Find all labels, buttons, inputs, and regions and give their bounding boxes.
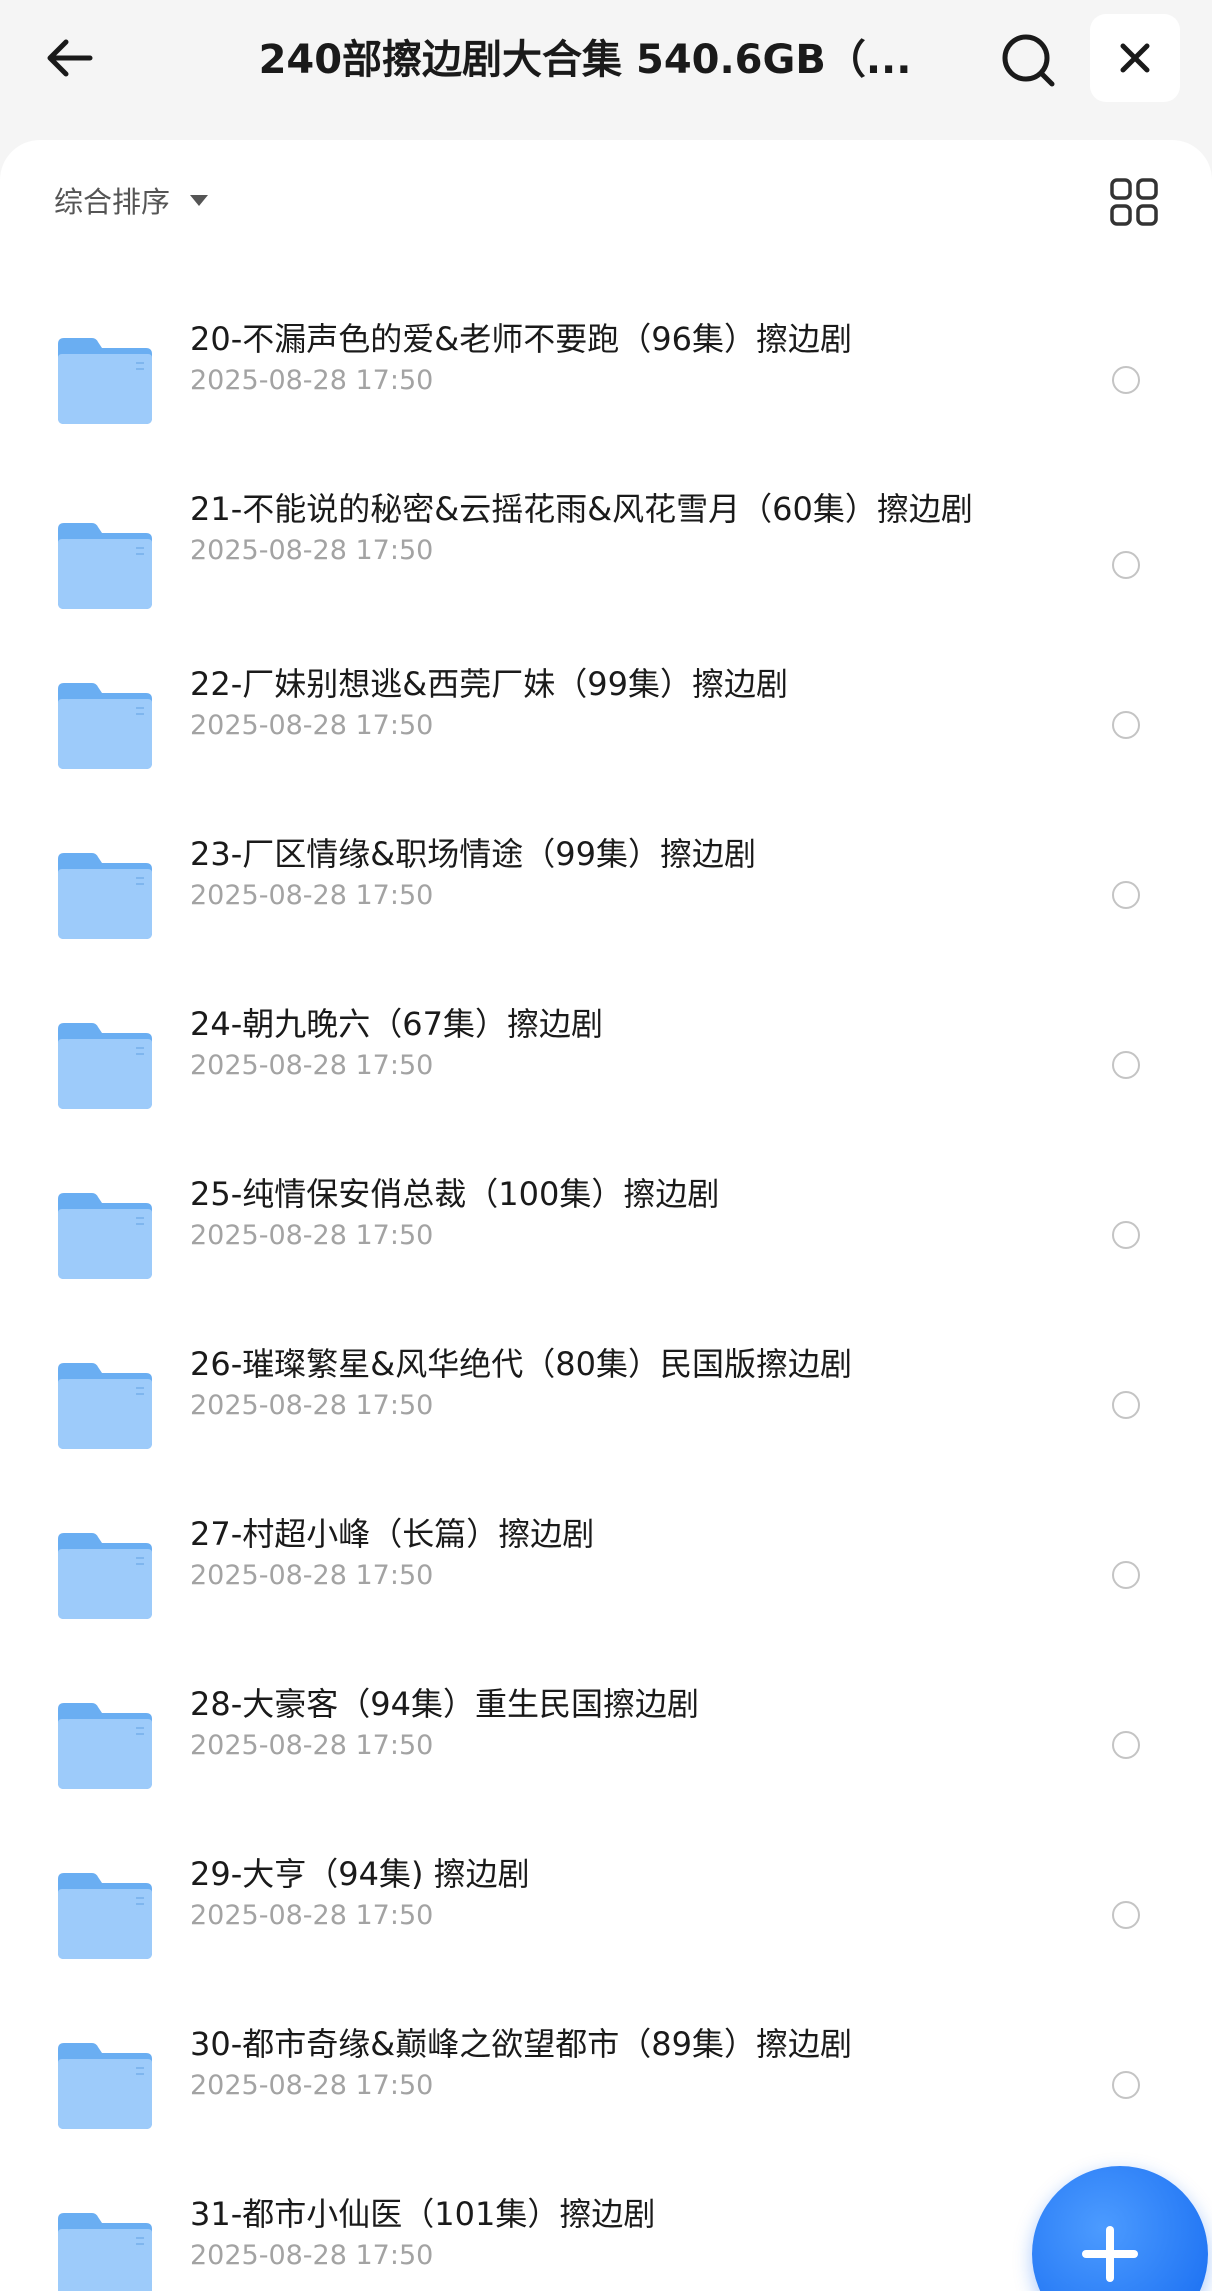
file-name: 22-厂妹别想逃&西莞厂妹（99集）擦边剧 [190,665,788,703]
back-button[interactable] [38,26,102,90]
search-button[interactable] [996,28,1060,92]
file-info: 26-璀璨繁星&风华绝代（80集）民国版擦边剧 2025-08-28 17:50 [190,1345,1010,1423]
file-date: 2025-08-28 17:50 [190,365,434,396]
file-row[interactable]: 22-厂妹别想逃&西莞厂妹（99集）擦边剧 2025-08-28 17:50 [0,665,1212,785]
file-name: 30-都市奇缘&巅峰之欲望都市（89集）擦边剧 [190,2025,852,2063]
file-name: 20-不漏声色的爱&老师不要跑（96集）擦边剧 [190,320,852,358]
file-info: 30-都市奇缘&巅峰之欲望都市（89集）擦边剧 2025-08-28 17:50 [190,2025,1010,2103]
file-date: 2025-08-28 17:50 [190,2070,434,2101]
select-radio[interactable] [1112,1901,1140,1929]
close-button[interactable] [1090,14,1180,102]
file-info: 20-不漏声色的爱&老师不要跑（96集）擦边剧 2025-08-28 17:50 [190,320,1010,398]
select-radio[interactable] [1112,1221,1140,1249]
arrow-left-icon [47,39,93,77]
folder-icon [58,523,152,609]
file-name: 27-村超小峰（长篇）擦边剧 [190,1515,595,1553]
file-info: 22-厂妹别想逃&西莞厂妹（99集）擦边剧 2025-08-28 17:50 [190,665,1010,743]
file-info: 27-村超小峰（长篇）擦边剧 2025-08-28 17:50 [190,1515,1010,1593]
file-info: 28-大豪客（94集）重生民国擦边剧 2025-08-28 17:50 [190,1685,1010,1763]
sort-label: 综合排序 [54,185,171,219]
select-radio[interactable] [1112,1731,1140,1759]
file-info: 21-不能说的秘密&云摇花雨&风花雪月（60集）擦边剧 2025-08-28 17… [190,490,1010,568]
folder-icon [58,1533,152,1619]
top-bar: 240部擦边剧大合集 540.6GB（... [0,0,1212,140]
file-row[interactable]: 26-璀璨繁星&风华绝代（80集）民国版擦边剧 2025-08-28 17:50 [0,1345,1212,1465]
file-row[interactable]: 24-朝九晚六（67集）擦边剧 2025-08-28 17:50 [0,1005,1212,1125]
file-row[interactable]: 30-都市奇缘&巅峰之欲望都市（89集）擦边剧 2025-08-28 17:50 [0,2025,1212,2145]
file-date: 2025-08-28 17:50 [190,535,434,566]
search-icon [1002,34,1055,87]
file-row[interactable]: 29-大亨（94集) 擦边剧 2025-08-28 17:50 [0,1855,1212,1975]
file-row[interactable]: 27-村超小峰（长篇）擦边剧 2025-08-28 17:50 [0,1515,1212,1635]
file-info: 31-都市小仙医（101集）擦边剧 2025-08-28 17:50 [190,2195,1010,2273]
file-date: 2025-08-28 17:50 [190,1560,434,1591]
folder-icon [58,1363,152,1449]
file-info: 29-大亨（94集) 擦边剧 2025-08-28 17:50 [190,1855,1010,1933]
select-radio[interactable] [1112,551,1140,579]
select-radio[interactable] [1112,881,1140,909]
list-toolbar: 综合排序 [0,140,1212,260]
folder-icon [58,683,152,769]
file-browser-page: 240部擦边剧大合集 540.6GB（... 综合排序 20-不漏声色的爱&老师… [0,0,1212,2291]
file-name: 31-都市小仙医（101集）擦边剧 [190,2195,656,2233]
select-radio[interactable] [1112,1561,1140,1589]
select-radio[interactable] [1112,2071,1140,2099]
file-name: 28-大豪客（94集）重生民国擦边剧 [190,1685,699,1723]
file-date: 2025-08-28 17:50 [190,2240,434,2271]
file-name: 29-大亨（94集) 擦边剧 [190,1855,530,1893]
folder-icon [58,853,152,939]
grid-view-icon[interactable] [1108,176,1160,228]
folder-icon [58,2213,152,2291]
folder-icon [58,1023,152,1109]
page-title: 240部擦边剧大合集 540.6GB（... [258,37,912,83]
file-info: 23-厂区情缘&职场情途（99集）擦边剧 2025-08-28 17:50 [190,835,1010,913]
file-name: 23-厂区情缘&职场情途（99集）擦边剧 [190,835,756,873]
file-date: 2025-08-28 17:50 [190,1050,434,1081]
file-info: 25-纯情保安俏总裁（100集）擦边剧 2025-08-28 17:50 [190,1175,1010,1253]
file-date: 2025-08-28 17:50 [190,1220,434,1251]
close-icon [1120,43,1150,73]
file-date: 2025-08-28 17:50 [190,1390,434,1421]
file-date: 2025-08-28 17:50 [190,710,434,741]
sort-dropdown[interactable]: 综合排序 [54,176,209,224]
file-row[interactable]: 21-不能说的秘密&云摇花雨&风花雪月（60集）擦边剧 2025-08-28 17… [0,490,1212,640]
folder-icon [58,1703,152,1789]
file-row[interactable]: 28-大豪客（94集）重生民国擦边剧 2025-08-28 17:50 [0,1685,1212,1805]
file-row[interactable]: 23-厂区情缘&职场情途（99集）擦边剧 2025-08-28 17:50 [0,835,1212,955]
select-radio[interactable] [1112,1051,1140,1079]
select-radio[interactable] [1112,1391,1140,1419]
caret-down-icon [190,194,209,206]
file-row[interactable]: 31-都市小仙医（101集）擦边剧 2025-08-28 17:50 [0,2195,1212,2291]
file-info: 24-朝九晚六（67集）擦边剧 2025-08-28 17:50 [190,1005,1010,1083]
file-date: 2025-08-28 17:50 [190,1730,434,1761]
file-name: 24-朝九晚六（67集）擦边剧 [190,1005,603,1043]
folder-icon [58,1873,152,1959]
file-row[interactable]: 25-纯情保安俏总裁（100集）擦边剧 2025-08-28 17:50 [0,1175,1212,1295]
file-name: 21-不能说的秘密&云摇花雨&风花雪月（60集）擦边剧 [190,490,973,528]
file-date: 2025-08-28 17:50 [190,880,434,911]
folder-icon [58,1193,152,1279]
select-radio[interactable] [1112,366,1140,394]
file-name: 26-璀璨繁星&风华绝代（80集）民国版擦边剧 [190,1345,852,1383]
folder-icon [58,338,152,424]
folder-icon [58,2043,152,2129]
file-row[interactable]: 20-不漏声色的爱&老师不要跑（96集）擦边剧 2025-08-28 17:50 [0,320,1212,440]
file-date: 2025-08-28 17:50 [190,1900,434,1931]
file-name: 25-纯情保安俏总裁（100集）擦边剧 [190,1175,720,1213]
file-list-panel: 综合排序 20-不漏声色的爱&老师不要跑（96集）擦边剧 2025-08-28 1… [0,140,1212,2291]
select-radio[interactable] [1112,711,1140,739]
